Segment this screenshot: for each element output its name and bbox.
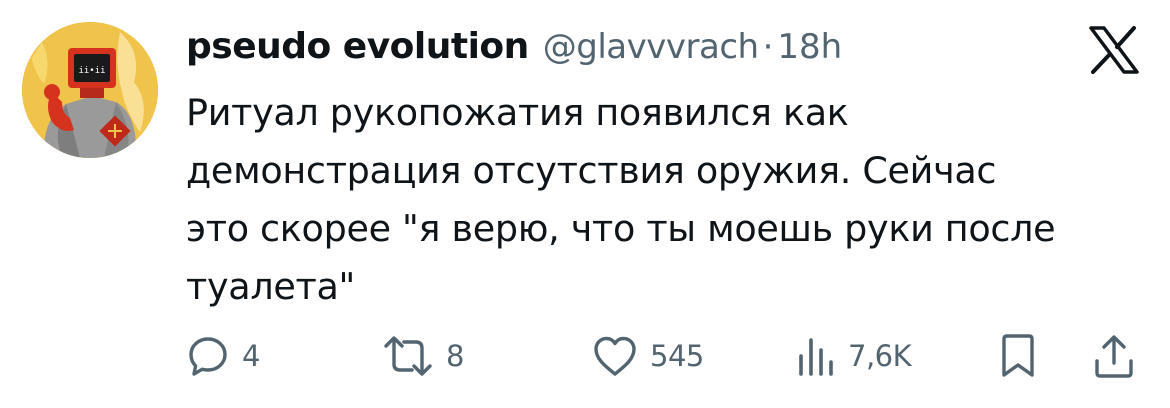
like-button[interactable]: 545 xyxy=(592,330,704,382)
heart-icon xyxy=(592,334,638,378)
tweet-actions: 4 8 545 7,6K xyxy=(186,330,1146,382)
author-handle[interactable]: @glavvvrach xyxy=(543,27,759,67)
views-count: 7,6K xyxy=(848,339,912,373)
author-display-name[interactable]: pseudo evolution xyxy=(186,26,529,67)
share-icon xyxy=(1092,333,1136,379)
reply-icon xyxy=(186,334,230,378)
tweet-timestamp[interactable]: 18h xyxy=(777,27,842,67)
repost-count: 8 xyxy=(446,339,464,373)
tweet-header: pseudo evolution @glavvvrach · 18h xyxy=(186,26,842,72)
repost-icon xyxy=(382,334,434,378)
svg-text:ii•ii: ii•ii xyxy=(78,66,105,76)
views-button[interactable]: 7,6K xyxy=(796,330,912,382)
repost-button[interactable]: 8 xyxy=(382,330,464,382)
share-button[interactable] xyxy=(1092,330,1136,382)
views-chart-icon xyxy=(796,334,836,378)
header-separator: · xyxy=(762,27,774,67)
like-count: 545 xyxy=(650,339,704,373)
avatar-illustration: ii•ii xyxy=(22,22,158,158)
bookmark-icon xyxy=(998,333,1038,379)
reply-button[interactable]: 4 xyxy=(186,330,260,382)
tweet-card: ii•ii pseudo evolution @glavvvrach · 18h… xyxy=(0,0,1170,408)
tweet-text: Ритуал рукопожатия появился как демонстр… xyxy=(186,91,1056,308)
x-logo-icon[interactable] xyxy=(1088,26,1140,74)
bookmark-button[interactable] xyxy=(998,330,1038,382)
reply-count: 4 xyxy=(242,339,260,373)
avatar[interactable]: ii•ii xyxy=(22,22,158,158)
